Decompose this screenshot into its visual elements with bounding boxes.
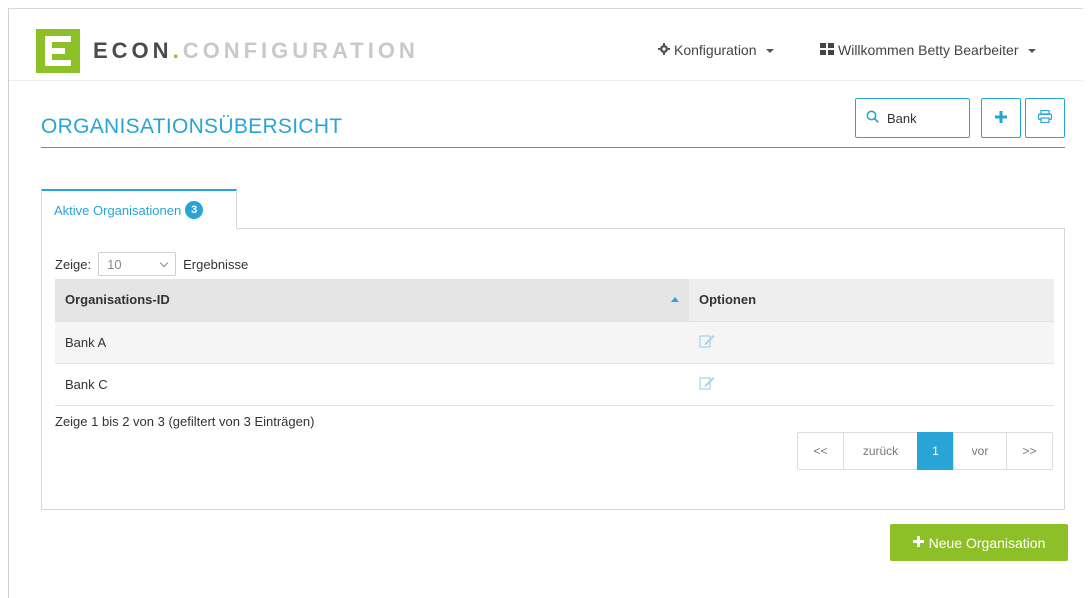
- plus-icon: [995, 110, 1007, 126]
- pagination-next-button[interactable]: vor: [953, 432, 1007, 470]
- brand-part-econ: ECON: [93, 38, 173, 63]
- pagination-prev-button[interactable]: zurück: [843, 432, 918, 470]
- pagination: << zurück 1 vor >>: [797, 432, 1053, 470]
- page-title: ORGANISATIONSÜBERSICHT: [41, 115, 343, 138]
- new-organisation-button[interactable]: Neue Organisation: [890, 524, 1068, 561]
- caret-down-icon: [765, 49, 774, 53]
- nav-user-dropdown[interactable]: Willkommen Betty Bearbeiter: [820, 42, 1036, 58]
- edit-icon[interactable]: [699, 334, 715, 351]
- table-info-text: Zeige 1 bis 2 von 3 (gefiltert von 3 Ein…: [55, 414, 315, 429]
- top-navbar: ECON.CONFIGURATION Konfiguration Willkom…: [9, 9, 1083, 81]
- count-badge: 3: [185, 201, 204, 219]
- organisation-id-cell: Bank C: [55, 362, 689, 406]
- plus-icon: [912, 534, 924, 552]
- caret-down-icon: [1027, 49, 1036, 53]
- table-row: Bank C: [55, 362, 1054, 406]
- print-button[interactable]: [1025, 98, 1065, 138]
- page-length-control: Zeige: 10 Ergebnisse: [55, 252, 248, 276]
- new-organisation-label: Neue Organisation: [928, 534, 1046, 551]
- edit-icon[interactable]: [699, 376, 715, 393]
- add-button[interactable]: [981, 98, 1021, 138]
- organisations-table: Organisations-ID Optionen Bank A Bank C: [55, 279, 1054, 406]
- pagination-last-button[interactable]: >>: [1006, 432, 1053, 470]
- options-cell: [689, 320, 1054, 363]
- pagination-page-1[interactable]: 1: [917, 432, 954, 470]
- table-header-row: Organisations-ID Optionen: [55, 279, 1054, 321]
- gear-icon: [658, 42, 670, 58]
- econ-logo-icon[interactable]: [36, 29, 80, 73]
- length-suffix-label: Ergebnisse: [183, 256, 249, 272]
- organisation-id-cell: Bank A: [55, 320, 689, 363]
- chevron-down-icon: [159, 258, 169, 267]
- nav-user-label: Willkommen Betty Bearbeiter: [838, 42, 1019, 58]
- brand-part-configuration: CONFIGURATION: [182, 38, 419, 63]
- column-header-organisations-id[interactable]: Organisations-ID: [55, 279, 689, 321]
- sort-ascending-icon: [671, 297, 679, 303]
- brand-name[interactable]: ECON.CONFIGURATION: [93, 38, 419, 64]
- organisations-panel: Zeige: 10 Ergebnisse Organisations-ID Op…: [41, 228, 1065, 510]
- page-length-select[interactable]: 10: [98, 252, 177, 276]
- tab-aktive-organisationen[interactable]: Aktive Organisationen 3: [41, 189, 237, 229]
- column-header-optionen: Optionen: [689, 279, 1054, 321]
- title-divider: [41, 147, 1065, 148]
- brand-dot: .: [172, 38, 183, 63]
- grid-icon: [820, 42, 834, 58]
- tab-label: Aktive Organisationen: [54, 202, 182, 218]
- nav-konfiguration-dropdown[interactable]: Konfiguration: [658, 42, 774, 58]
- column-header-label: Organisations-ID: [65, 292, 170, 308]
- print-icon: [1038, 109, 1053, 126]
- options-cell: [689, 362, 1054, 406]
- table-row: Bank A: [55, 320, 1054, 363]
- length-prefix-label: Zeige:: [55, 256, 92, 272]
- nav-konfiguration-label: Konfiguration: [674, 42, 757, 58]
- search-icon: [866, 110, 879, 126]
- app-window: ECON.CONFIGURATION Konfiguration Willkom…: [8, 8, 1083, 598]
- search-field[interactable]: [855, 98, 970, 138]
- column-header-label: Optionen: [699, 292, 757, 308]
- page-length-value: 10: [107, 256, 122, 272]
- search-input[interactable]: [885, 109, 965, 127]
- pagination-first-button[interactable]: <<: [797, 432, 844, 470]
